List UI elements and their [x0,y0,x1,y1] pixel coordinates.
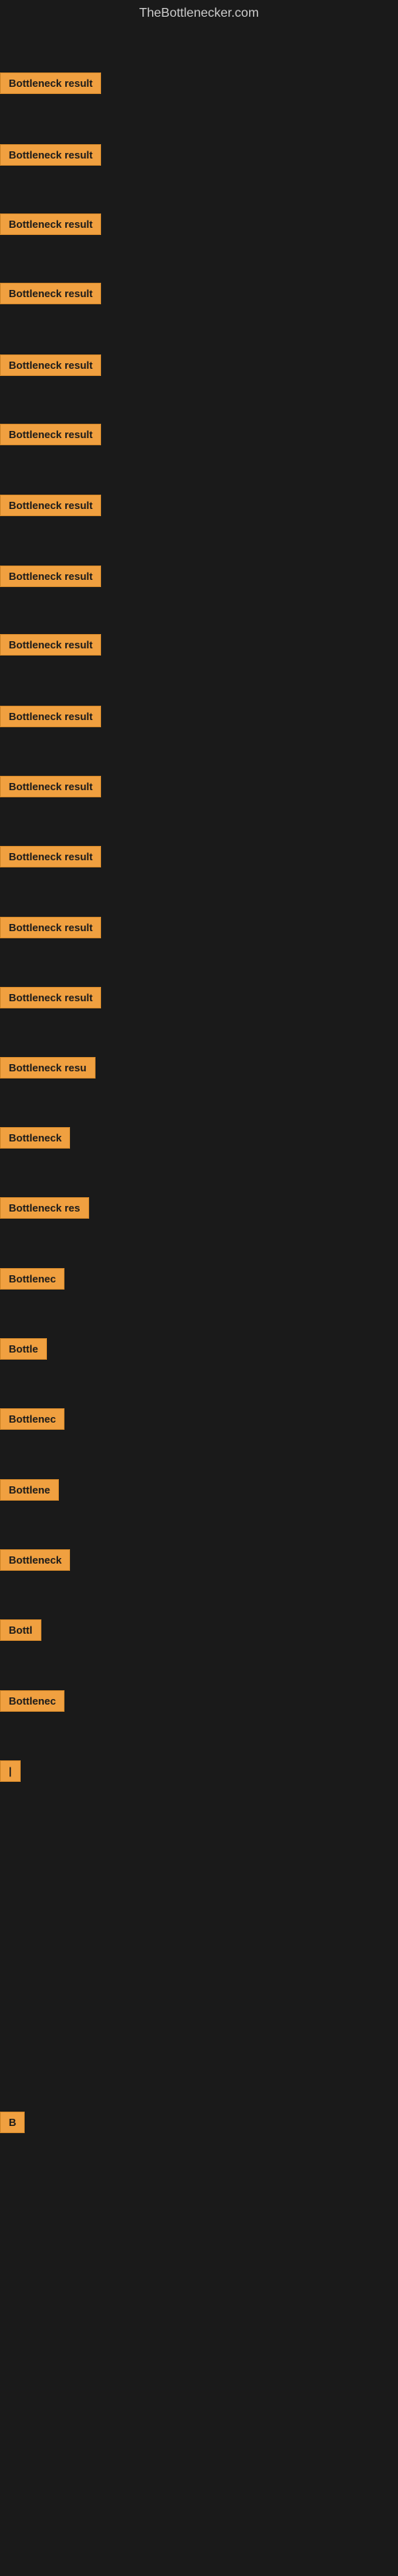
bottleneck-result-item: Bottlenec [0,1408,64,1430]
bottleneck-result-item: Bottleneck result [0,72,101,94]
bottleneck-result-item: Bottleneck result [0,213,101,235]
bottleneck-badge: Bottleneck [0,1127,70,1149]
bottleneck-result-item: Bottleneck result [0,283,101,304]
bottleneck-badge: Bottleneck result [0,144,101,166]
bottleneck-badge: Bottleneck result [0,776,101,797]
bottleneck-result-item: Bottleneck result [0,987,101,1008]
bottleneck-result-item: Bottleneck result [0,706,101,727]
bottleneck-badge: Bottleneck result [0,634,101,656]
bottleneck-badge: Bottl [0,1619,41,1641]
bottleneck-badge: Bottlenec [0,1408,64,1430]
bottleneck-badge: Bottleneck result [0,495,101,516]
bottleneck-result-item: Bottleneck result [0,144,101,166]
bottleneck-result-item: B [0,2112,25,2133]
site-title: TheBottlenecker.com [0,0,398,27]
bottleneck-result-item: Bottleneck result [0,566,101,587]
bottleneck-badge: Bottleneck result [0,283,101,304]
bottleneck-result-item: Bottleneck [0,1127,70,1149]
bottleneck-badge: Bottleneck result [0,424,101,445]
bottleneck-badge: Bottle [0,1338,47,1360]
bottleneck-badge: Bottleneck result [0,917,101,938]
bottleneck-badge: Bottlenec [0,1690,64,1712]
bottleneck-badge: Bottleneck [0,1549,70,1571]
bottleneck-result-item: Bottlene [0,1479,59,1501]
bottleneck-result-item: Bottleneck res [0,1197,89,1219]
bottleneck-result-item: | [0,1760,21,1782]
bottleneck-badge: Bottleneck result [0,354,101,376]
bottleneck-badge: Bottlenec [0,1268,64,1290]
bottleneck-result-item: Bottleneck result [0,634,101,656]
bottleneck-result-item: Bottl [0,1619,41,1641]
bottleneck-result-item: Bottleneck result [0,354,101,376]
bottleneck-result-item: Bottleneck result [0,495,101,516]
bottleneck-result-item: Bottleneck result [0,846,101,867]
bottleneck-badge: | [0,1760,21,1782]
bottleneck-result-item: Bottlenec [0,1268,64,1290]
bottleneck-badge: Bottleneck result [0,72,101,94]
bottleneck-badge: Bottleneck resu [0,1057,96,1079]
bottleneck-result-item: Bottleneck resu [0,1057,96,1079]
bottleneck-result-item: Bottle [0,1338,47,1360]
bottleneck-result-item: Bottleneck result [0,424,101,445]
bottleneck-badge: B [0,2112,25,2133]
bottleneck-result-item: Bottlenec [0,1690,64,1712]
bottleneck-badge: Bottleneck result [0,987,101,1008]
bottleneck-result-item: Bottleneck result [0,917,101,938]
bottleneck-badge: Bottleneck result [0,213,101,235]
bottleneck-badge: Bottlene [0,1479,59,1501]
bottleneck-badge: Bottleneck result [0,706,101,727]
bottleneck-badge: Bottleneck result [0,566,101,587]
bottleneck-badge: Bottleneck res [0,1197,89,1219]
bottleneck-badge: Bottleneck result [0,846,101,867]
bottleneck-result-item: Bottleneck [0,1549,70,1571]
bottleneck-result-item: Bottleneck result [0,776,101,797]
